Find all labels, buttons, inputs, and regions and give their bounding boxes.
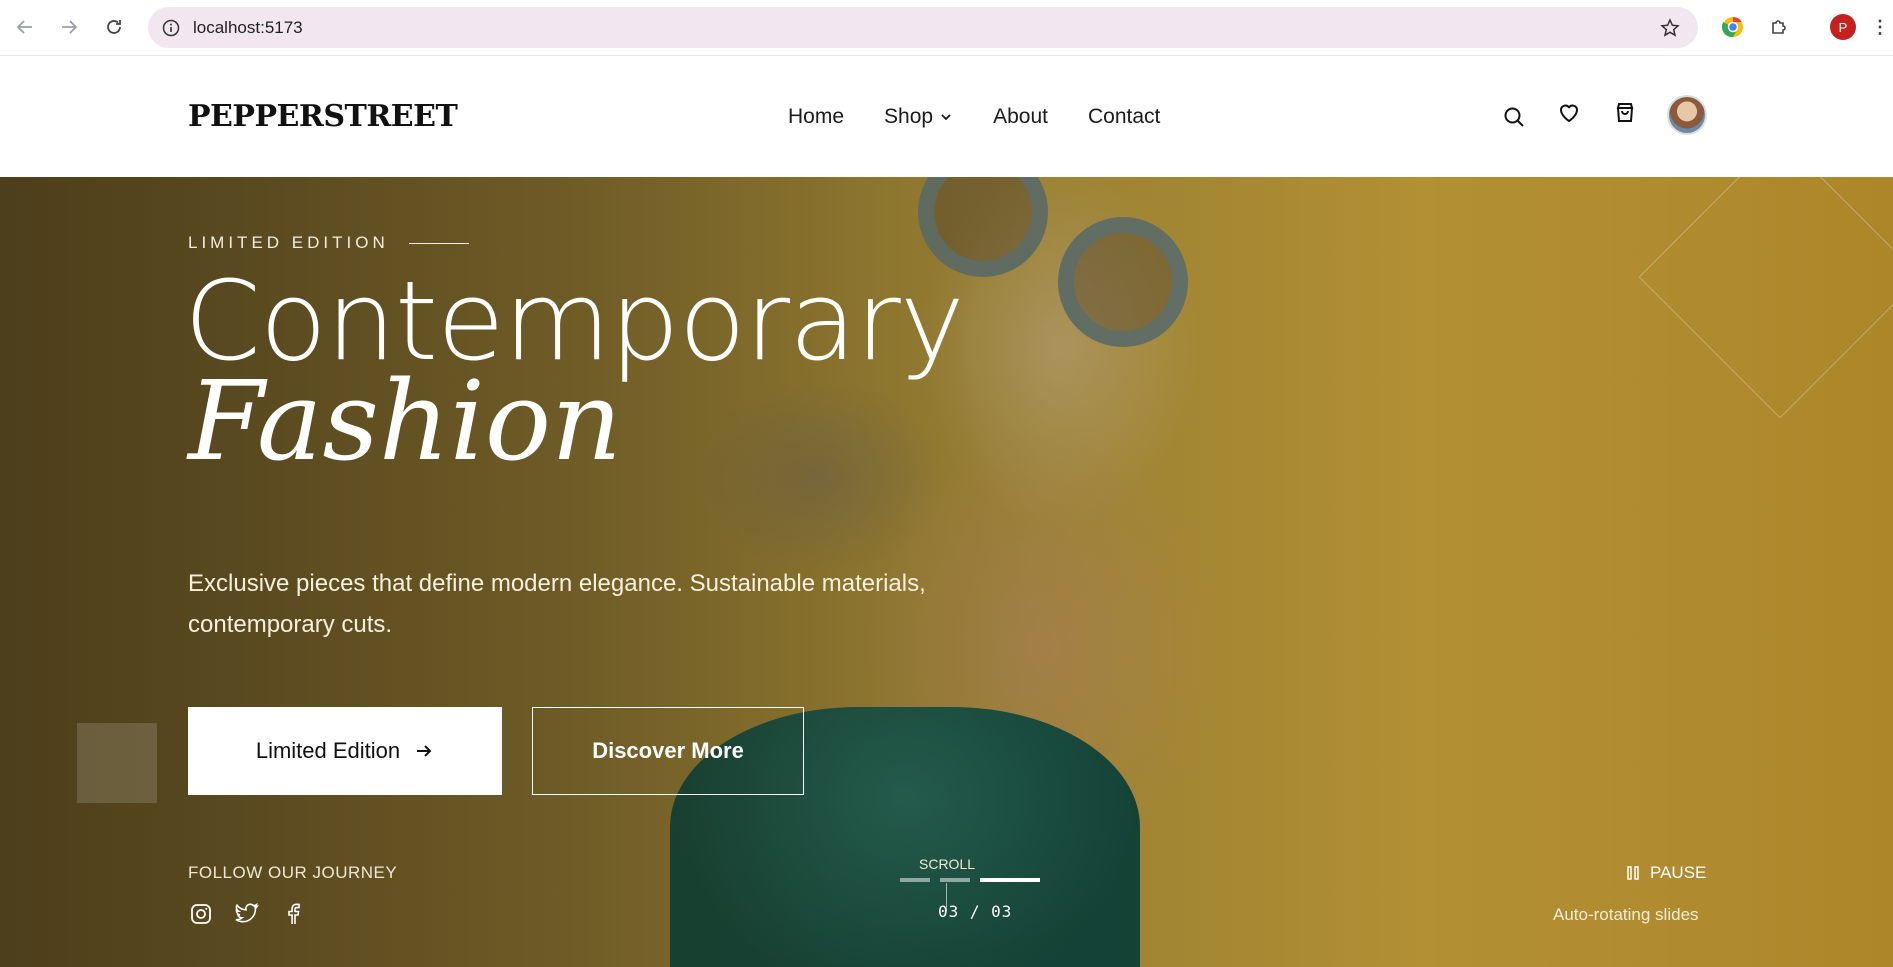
extensions-puzzle-icon[interactable] <box>1766 14 1792 40</box>
slide-indicator-3[interactable] <box>980 878 1040 882</box>
shopping-bag-icon[interactable] <box>1609 97 1641 129</box>
forward-arrow-icon[interactable] <box>56 14 82 40</box>
search-icon[interactable] <box>1498 101 1530 133</box>
nav-home-label: Home <box>788 105 845 128</box>
main-nav: Home Shop About Contact <box>788 105 1160 129</box>
nav-contact[interactable]: Contact <box>1088 105 1160 129</box>
hero-title-line2: Fashion <box>188 357 622 485</box>
scroll-label: SCROLL <box>919 856 976 872</box>
discover-more-button[interactable]: Discover More <box>532 707 804 795</box>
decorative-square <box>77 723 157 803</box>
hero-eyebrow-text: LIMITED EDITION <box>188 233 389 252</box>
site-info-icon[interactable] <box>158 15 183 40</box>
user-avatar[interactable] <box>1667 95 1707 135</box>
nav-shop[interactable]: Shop <box>884 105 953 129</box>
pause-label: PAUSE <box>1650 863 1707 882</box>
slide-counter: 03 / 03 <box>938 902 1013 921</box>
eyebrow-divider <box>408 242 469 244</box>
limited-edition-button[interactable]: Limited Edition <box>188 707 502 795</box>
nav-about[interactable]: About <box>993 105 1048 129</box>
nav-about-label: About <box>993 105 1048 128</box>
slide-indicator-1[interactable] <box>900 878 930 882</box>
arrow-right-icon <box>417 745 432 757</box>
follow-label: FOLLOW OUR JOURNEY <box>188 863 398 882</box>
slide-progress <box>900 878 1040 882</box>
browser-chrome: localhost:5173 P ⋮ <box>0 0 1893 56</box>
site-logo[interactable]: PEPPERSTREET <box>188 99 458 134</box>
url-text[interactable]: localhost:5173 <box>193 18 303 38</box>
bookmark-star-icon[interactable] <box>1657 15 1682 40</box>
reload-icon[interactable] <box>101 14 127 40</box>
slide-indicator-2[interactable] <box>940 878 970 882</box>
limited-edition-label: Limited Edition <box>255 738 401 763</box>
twitter-icon[interactable] <box>234 901 260 927</box>
profile-avatar[interactable]: P <box>1830 14 1856 40</box>
nav-home[interactable]: Home <box>788 105 844 129</box>
hero-banner: LIMITED EDITION Contemporary Fashion Exc… <box>0 177 1893 967</box>
instagram-icon[interactable] <box>188 901 214 927</box>
chrome-extension-icon[interactable] <box>1720 14 1746 40</box>
nav-contact-label: Contact <box>1087 105 1161 128</box>
hero-subtitle: Exclusive pieces that define modern eleg… <box>188 570 926 638</box>
browser-menu-icon[interactable]: ⋮ <box>1871 14 1889 40</box>
discover-more-label: Discover More <box>592 738 744 763</box>
auto-rotating-label: Auto-rotating slides <box>1553 905 1699 924</box>
heart-icon[interactable] <box>1553 97 1585 129</box>
site-header: PEPPERSTREET Home Shop About Contact <box>0 57 1893 177</box>
nav-shop-label: Shop <box>884 105 934 128</box>
back-arrow-icon[interactable] <box>12 14 38 40</box>
chevron-down-icon <box>941 114 951 121</box>
social-links <box>188 901 306 927</box>
pause-button[interactable]: PAUSE <box>1626 863 1706 883</box>
address-bar[interactable]: localhost:5173 <box>148 7 1698 48</box>
hero-eyebrow: LIMITED EDITION <box>188 233 469 253</box>
pause-icon <box>1627 866 1639 880</box>
facebook-icon[interactable] <box>280 901 306 927</box>
